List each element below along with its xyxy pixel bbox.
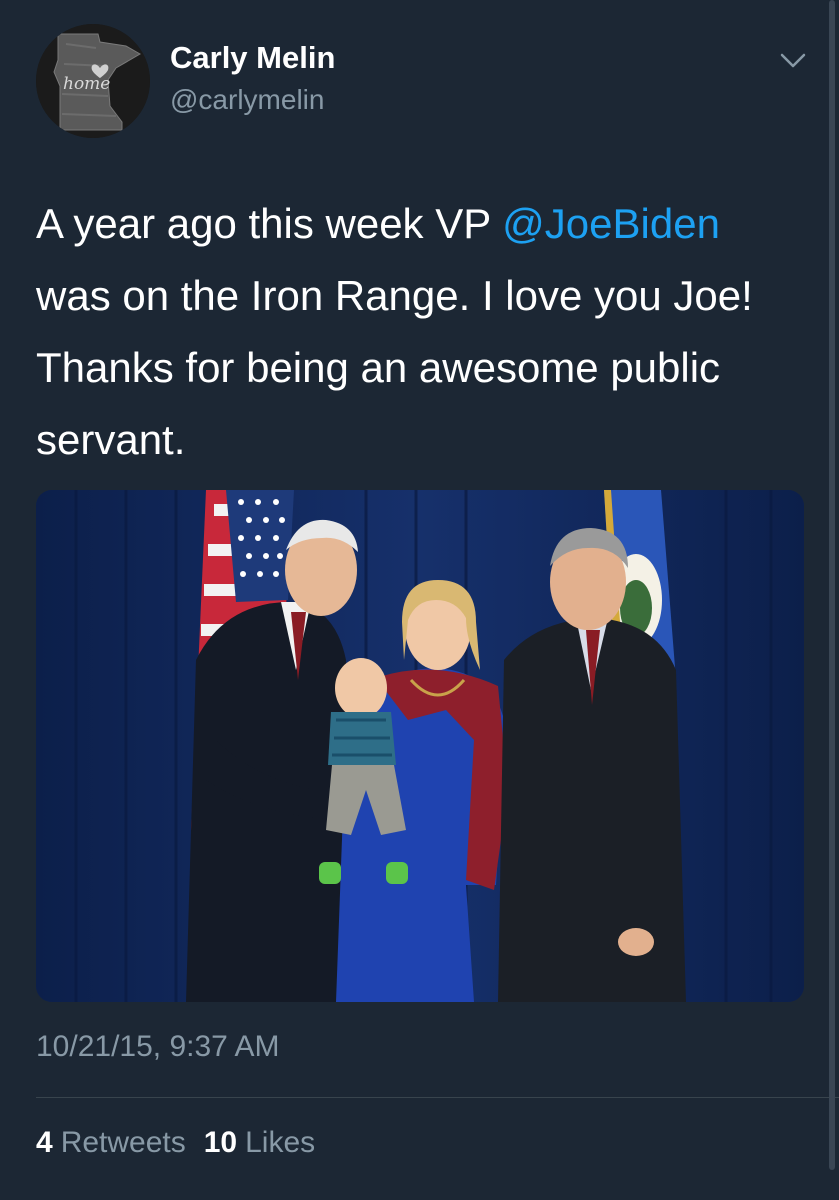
tweet-line-2: was on the Iron Range. I love you Joe! — [36, 272, 753, 319]
chevron-down-icon[interactable] — [780, 52, 806, 70]
likes-count: 10 — [203, 1126, 238, 1159]
tweet-line-3: Thanks for being an awesome public — [36, 344, 721, 391]
retweets-label: Retweets — [60, 1126, 186, 1159]
retweets-stat[interactable]: 4 Retweets — [36, 1126, 186, 1159]
divider — [36, 1097, 839, 1098]
author-name[interactable]: Carly Melin — [170, 40, 335, 76]
tweet-line-4: servant. — [36, 416, 186, 463]
avatar[interactable]: home — [36, 24, 150, 138]
tweet-stats: 4 Retweets 10 Likes — [36, 1126, 315, 1160]
tweet-timestamp[interactable]: 10/21/15, 9:37 AM — [36, 1030, 280, 1064]
retweets-count: 4 — [36, 1126, 53, 1159]
photo-illustration — [36, 490, 804, 1002]
avatar-word: home — [63, 74, 111, 94]
mention-link[interactable]: @JoeBiden — [502, 200, 720, 247]
tweet-line-1: A year ago this week VP @JoeBiden — [36, 188, 806, 260]
likes-stat[interactable]: 10 Likes — [204, 1126, 315, 1159]
tweet-text: A year ago this week VP @JoeBiden was on… — [36, 188, 806, 476]
author-handle[interactable]: @carlymelin — [170, 84, 324, 116]
tweet-text-segment: A year ago this week VP — [36, 200, 503, 247]
scrollbar[interactable] — [829, 0, 835, 1170]
tweet-photo[interactable] — [36, 490, 804, 1002]
likes-label: Likes — [245, 1126, 316, 1159]
